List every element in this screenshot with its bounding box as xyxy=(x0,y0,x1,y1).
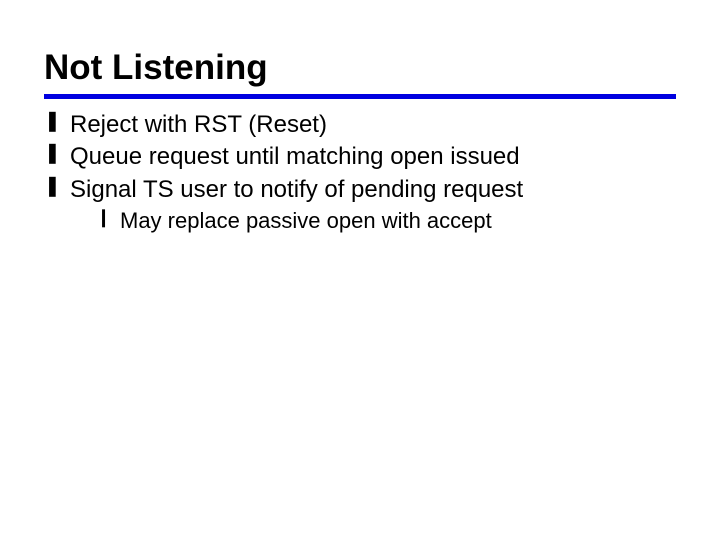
bullet-text: Reject with RST (Reset) xyxy=(70,111,327,138)
bullet-item: ❚ Queue request until matching open issu… xyxy=(44,141,676,173)
sub-bullet-text: May replace passive open with accept xyxy=(120,208,492,233)
sub-bullet-item: ❙ May replace passive open with accept xyxy=(96,206,676,236)
bullet-item: ❚ Reject with RST (Reset) xyxy=(44,109,676,141)
bullet-glyph-icon: ❚ xyxy=(44,111,61,131)
bullet-list: ❚ Reject with RST (Reset) ❚ Queue reques… xyxy=(44,109,676,236)
bullet-glyph-icon: ❚ xyxy=(44,176,61,196)
sub-bullet-glyph-icon: ❙ xyxy=(96,208,111,226)
bullet-glyph-icon: ❚ xyxy=(44,143,61,163)
slide-title: Not Listening xyxy=(44,48,676,88)
bullet-text: Queue request until matching open issued xyxy=(70,143,520,170)
bullet-item: ❚ Signal TS user to notify of pending re… xyxy=(44,174,676,236)
bullet-text: Signal TS user to notify of pending requ… xyxy=(70,176,523,203)
title-underline xyxy=(44,94,676,99)
slide: Not Listening ❚ Reject with RST (Reset) … xyxy=(0,0,720,236)
sub-bullet-list: ❙ May replace passive open with accept xyxy=(70,206,676,236)
